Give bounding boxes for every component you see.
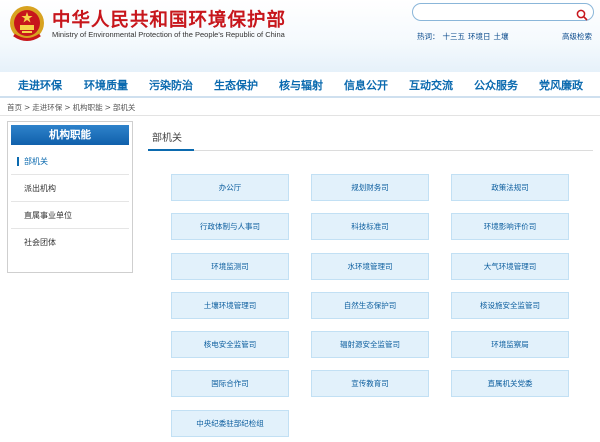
national-emblem-icon[interactable] [8, 4, 46, 44]
dept-button[interactable]: 国际合作司 [171, 370, 289, 397]
dept-button[interactable]: 政策法规司 [451, 174, 569, 201]
sidebar: 机构职能 部机关 派出机构 直属事业单位 社会团体 [7, 121, 133, 273]
search-box [412, 3, 594, 21]
sidebar-item-shehui[interactable]: 社会团体 [11, 230, 129, 255]
breadcrumb-divider [0, 115, 600, 116]
main-nav: 走进环保 环境质量 污染防治 生态保护 核与辐射 信息公开 互动交流 公众服务 … [0, 74, 600, 98]
search-icon[interactable] [576, 6, 588, 21]
sidebar-item-label: 部机关 [24, 157, 48, 166]
sidebar-item-label: 派出机构 [24, 184, 56, 193]
sidebar-item-label: 社会团体 [24, 238, 56, 247]
dept-button[interactable]: 科技标准司 [311, 213, 429, 240]
dept-button[interactable]: 水环境管理司 [311, 253, 429, 280]
site-title[interactable]: 中华人民共和国环境保护部 [52, 6, 286, 32]
breadcrumb-jigou[interactable]: 机构职能 [73, 103, 103, 112]
dept-button[interactable]: 环境影响评价司 [451, 213, 569, 240]
nav-item-wuran-fangzhi[interactable]: 污染防治 [149, 77, 193, 93]
dept-button[interactable]: 办公厅 [171, 174, 289, 201]
search-input[interactable] [421, 5, 571, 17]
nav-item-huanjing-zhiliang[interactable]: 环境质量 [84, 77, 128, 93]
dept-button[interactable]: 环境监测司 [171, 253, 289, 280]
sidebar-item-zhishu[interactable]: 直属事业单位 [11, 203, 129, 229]
hot-word[interactable]: 环境日 [468, 32, 491, 41]
dept-button[interactable]: 核电安全监管司 [171, 331, 289, 358]
dept-button[interactable]: 直属机关党委 [451, 370, 569, 397]
active-indicator [17, 157, 19, 166]
dept-button[interactable]: 自然生态保护司 [311, 292, 429, 319]
breadcrumb-separator: > [64, 103, 71, 112]
breadcrumb-separator: > [104, 103, 111, 112]
nav-item-dangfeng-lianzheng[interactable]: 党风廉政 [539, 77, 583, 93]
dept-button[interactable]: 辐射源安全监管司 [311, 331, 429, 358]
hot-word[interactable]: 十三五 [443, 32, 466, 41]
dept-button[interactable]: 土壤环境管理司 [171, 292, 289, 319]
hot-words: 热词： 十三五 环境日 土壤 [417, 31, 512, 42]
title-accent [148, 149, 194, 151]
breadcrumb-separator: > [24, 103, 31, 112]
nav-item-hudong-jiaoliu[interactable]: 互动交流 [409, 77, 453, 93]
page-title: 部机关 [152, 133, 182, 144]
sidebar-title: 机构职能 [11, 125, 129, 145]
breadcrumb-home[interactable]: 首页 [7, 103, 22, 112]
dept-button[interactable]: 宣传教育司 [311, 370, 429, 397]
sidebar-item-paichu[interactable]: 派出机构 [11, 176, 129, 202]
dept-button[interactable]: 大气环境管理司 [451, 253, 569, 280]
nav-item-zoujin[interactable]: 走进环保 [18, 77, 62, 93]
site-header: 中华人民共和国环境保护部 Ministry of Environmental P… [0, 0, 600, 72]
dept-button[interactable]: 中央纪委驻部纪检组 [171, 410, 289, 437]
site-subtitle: Ministry of Environmental Protection of … [52, 30, 285, 39]
sidebar-item-bujiguan[interactable]: 部机关 [11, 149, 129, 175]
nav-item-he-fushe[interactable]: 核与辐射 [279, 77, 323, 93]
dept-button[interactable]: 规划财务司 [311, 174, 429, 201]
breadcrumb: 首页 > 走进环保 > 机构职能 > 部机关 [7, 102, 137, 113]
breadcrumb-zoujin[interactable]: 走进环保 [32, 103, 62, 112]
hot-words-label: 热词： [417, 32, 440, 41]
dept-button[interactable]: 环境监察局 [451, 331, 569, 358]
title-divider [148, 150, 593, 151]
nav-item-shengtai-baohu[interactable]: 生态保护 [214, 77, 258, 93]
hot-word[interactable]: 土壤 [494, 32, 509, 41]
breadcrumb-current: 部机关 [112, 103, 136, 112]
nav-item-gongzhong-fuwu[interactable]: 公众服务 [474, 77, 518, 93]
sidebar-item-label: 直属事业单位 [24, 211, 72, 220]
nav-item-xinxi-gongkai[interactable]: 信息公开 [344, 77, 388, 93]
advanced-search-link[interactable]: 高级检索 [562, 31, 592, 42]
dept-button[interactable]: 核设施安全监管司 [451, 292, 569, 319]
dept-button[interactable]: 行政体制与人事司 [171, 213, 289, 240]
